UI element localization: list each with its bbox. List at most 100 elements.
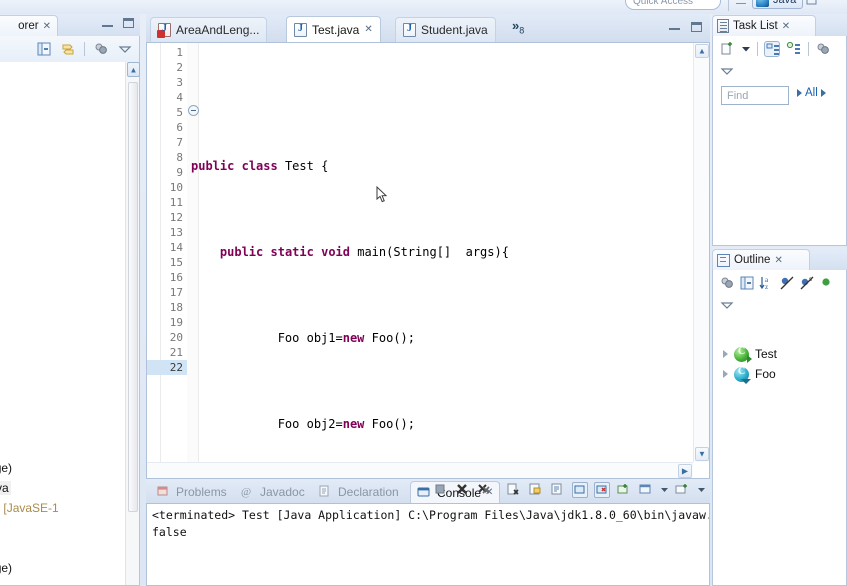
- view-dropdown-icon[interactable]: [719, 63, 735, 79]
- code-editor[interactable]: 1 2 3 4 5 6 7 8 9 10 11 12 13 14 15 16 1…: [146, 42, 710, 517]
- tab-student-java[interactable]: Student.java: [395, 17, 496, 42]
- tab-declaration[interactable]: Declaration: [312, 481, 405, 503]
- outline-body: a z s: [712, 270, 847, 586]
- focus-on-active-task-icon[interactable]: [719, 275, 735, 291]
- view-menu-icon[interactable]: [815, 41, 831, 57]
- hide-fields-icon[interactable]: [779, 275, 795, 291]
- categorized-presentation-icon[interactable]: [764, 41, 780, 57]
- task-filter-all[interactable]: All: [797, 87, 826, 99]
- scroll-up-button[interactable]: ▲: [127, 62, 140, 77]
- display-selected-console-dropdown[interactable]: [660, 482, 669, 498]
- tab-label: Task List: [733, 20, 778, 32]
- more-editors-count: 8: [519, 25, 525, 36]
- line-number: 14: [169, 241, 183, 254]
- view-dropdown-icon[interactable]: [719, 297, 735, 313]
- collapse-all-icon[interactable]: [36, 41, 52, 57]
- editor-horizontal-scrollbar[interactable]: ▶: [147, 462, 693, 478]
- outline-item-test[interactable]: Test: [723, 344, 777, 364]
- chevron-right-icon[interactable]: [723, 370, 728, 378]
- show-console-on-output-icon[interactable]: [572, 482, 588, 498]
- toolbar-divider: [808, 42, 809, 56]
- scroll-down-button[interactable]: ▼: [695, 447, 709, 461]
- line-number-gutter: 1 2 3 4 5 6 7 8 9 10 11 12 13 14 15 16 1…: [147, 45, 187, 375]
- close-icon[interactable]: ✕: [782, 21, 790, 32]
- pin-console-icon[interactable]: [616, 482, 632, 498]
- minimize-icon[interactable]: [669, 22, 680, 30]
- remove-all-terminated-icon[interactable]: [477, 482, 493, 498]
- console-icon: [417, 485, 433, 501]
- sort-icon[interactable]: a z: [759, 275, 775, 291]
- display-selected-console-icon[interactable]: [638, 482, 654, 498]
- tab-areaandlength[interactable]: AreaAndLeng...: [150, 17, 268, 42]
- kw-new: new: [342, 331, 365, 345]
- perspective-java-button[interactable]: Java: [752, 0, 804, 9]
- editor-vertical-scrollbar[interactable]: ▲ ▼: [693, 43, 709, 462]
- view-dropdown-icon[interactable]: [117, 41, 133, 57]
- maximize-icon[interactable]: [691, 22, 702, 32]
- tree-item-label: ault package): [0, 561, 13, 575]
- tab-label: Problems: [176, 485, 227, 499]
- new-task-dropdown[interactable]: [741, 41, 751, 57]
- tab-package-explorer[interactable]: orer ✕: [0, 15, 58, 36]
- scheduled-presentation-icon[interactable]: [786, 41, 802, 57]
- close-icon[interactable]: ✕: [364, 24, 372, 35]
- open-perspective-icon[interactable]: [806, 0, 820, 7]
- close-icon[interactable]: ✕: [43, 21, 51, 32]
- chevron-down-icon: ▼: [698, 449, 706, 459]
- close-icon[interactable]: ✕: [774, 255, 782, 266]
- tab-problems[interactable]: Problems: [150, 481, 233, 503]
- package-explorer-tabbar: orer ✕: [0, 14, 140, 36]
- tree-item-label: ault package): [0, 461, 13, 475]
- remove-launch-icon[interactable]: [455, 482, 471, 498]
- view-menu-icon[interactable]: [93, 41, 109, 57]
- new-task-icon[interactable]: [719, 41, 735, 57]
- outline-item-foo[interactable]: Foo: [723, 364, 776, 384]
- problems-icon: [156, 484, 172, 500]
- word-wrap-icon[interactable]: [550, 482, 566, 498]
- open-console-dropdown[interactable]: [697, 482, 706, 498]
- tree-item-jre-library[interactable]: tem Library [JavaSE-1: [0, 499, 59, 517]
- editor-tabbar: AreaAndLeng... Test.java ✕ Student.java …: [146, 14, 710, 43]
- declaration-icon: [318, 484, 334, 500]
- find-input[interactable]: Find: [721, 86, 789, 105]
- scroll-right-button[interactable]: ▶: [678, 464, 692, 478]
- chevron-right-icon[interactable]: [820, 89, 826, 97]
- outline-tree[interactable]: Test Foo: [713, 318, 846, 585]
- collapse-all-icon[interactable]: [739, 275, 755, 291]
- scroll-lock-icon[interactable]: [528, 482, 544, 498]
- tree-item-suffix: [JavaSE-1: [3, 501, 59, 515]
- window-minimize-button[interactable]: [736, 0, 746, 4]
- tree-item[interactable]: ault package): [0, 459, 12, 477]
- tree-item[interactable]: ault package): [0, 559, 12, 577]
- clear-console-icon[interactable]: [506, 482, 522, 498]
- link-with-editor-icon[interactable]: [60, 41, 76, 57]
- minimize-icon[interactable]: [102, 19, 113, 27]
- open-console-icon[interactable]: [675, 482, 691, 498]
- tree-item-student-java[interactable]: Student.java: [0, 479, 11, 497]
- package-explorer-scrollbar[interactable]: ▲: [125, 62, 140, 585]
- chevron-left-icon[interactable]: [797, 89, 802, 97]
- tab-task-list[interactable]: Task List ✕: [712, 15, 816, 36]
- task-list-panel: Task List ✕ Find All: [712, 14, 847, 246]
- scrollbar-thumb[interactable]: [128, 82, 138, 512]
- package-explorer-tree[interactable]: ength v /2 ise ault package) Student.jav…: [0, 62, 125, 585]
- scroll-up-button[interactable]: ▲: [695, 44, 709, 58]
- tab-test-java[interactable]: Test.java ✕: [286, 16, 381, 43]
- hide-nonpublic-icon[interactable]: [819, 275, 835, 291]
- maximize-icon[interactable]: [123, 18, 134, 28]
- more-editors-chevron[interactable]: »8: [512, 18, 524, 36]
- show-console-on-error-icon[interactable]: [594, 482, 610, 498]
- perspective-label: Java: [773, 0, 797, 6]
- console-output[interactable]: <terminated> Test [Java Application] C:\…: [146, 503, 710, 586]
- terminate-all-icon[interactable]: [433, 482, 449, 498]
- hide-static-icon[interactable]: s: [799, 275, 815, 291]
- code-line: Foo obj1=new Foo();: [191, 331, 683, 346]
- outline-toolbar-row2: [713, 294, 846, 316]
- package-explorer-panel: orer ✕ e) a [JavaSE-1 e) ▲: [0, 14, 140, 586]
- tab-outline[interactable]: Outline ✕: [712, 249, 810, 270]
- stmt: Foo();: [364, 417, 415, 431]
- tab-javadoc[interactable]: @ Javadoc: [234, 481, 311, 503]
- chevron-right-icon[interactable]: [723, 350, 728, 358]
- quick-access-input[interactable]: Quick Access: [625, 0, 721, 10]
